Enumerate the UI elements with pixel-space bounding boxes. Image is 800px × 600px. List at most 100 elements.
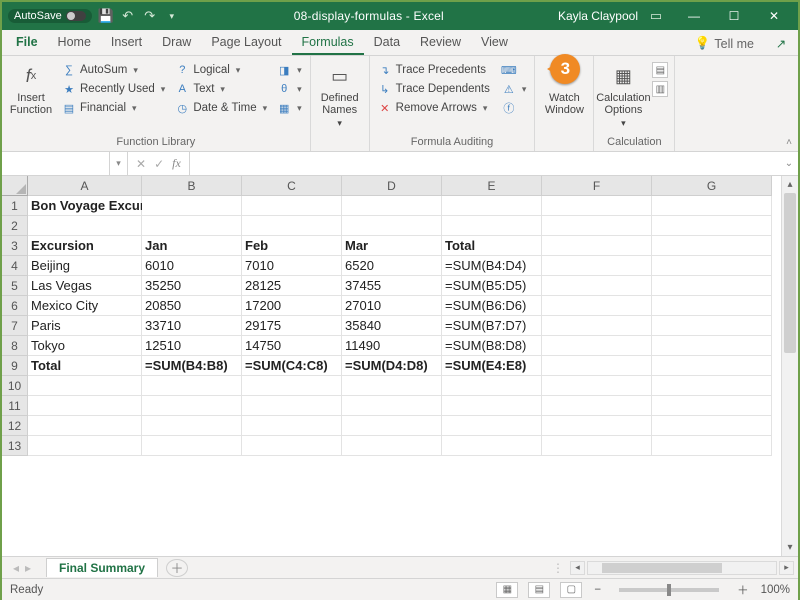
cell[interactable]: =SUM(E4:E8) [442, 356, 542, 376]
cell[interactable]: 11490 [342, 336, 442, 356]
cell[interactable]: 6010 [142, 256, 242, 276]
tab-data[interactable]: Data [364, 31, 410, 55]
trace-precedents-button[interactable]: ↴Trace Precedents [376, 62, 492, 78]
cell[interactable] [242, 216, 342, 236]
name-box-dropdown[interactable]: ▾ [110, 152, 128, 175]
select-all-corner[interactable] [2, 176, 28, 196]
cell[interactable] [28, 396, 142, 416]
cell[interactable] [442, 216, 542, 236]
row-header[interactable]: 12 [2, 416, 28, 436]
show-formulas-button[interactable]: ⌨ [500, 62, 529, 78]
logical-button[interactable]: ?Logical▾ [173, 62, 269, 78]
cell[interactable]: =SUM(B4:B8) [142, 356, 242, 376]
cell[interactable]: 28125 [242, 276, 342, 296]
user-name[interactable]: Kayla Claypool [558, 9, 638, 23]
row-header[interactable]: 4 [2, 256, 28, 276]
sheet-tab-active[interactable]: Final Summary [46, 558, 158, 577]
row-header[interactable]: 11 [2, 396, 28, 416]
cell[interactable]: 35840 [342, 316, 442, 336]
save-icon[interactable]: 💾 [98, 8, 114, 24]
row-header[interactable]: 8 [2, 336, 28, 356]
cell[interactable] [142, 416, 242, 436]
col-header[interactable]: D [342, 176, 442, 196]
minimize-button[interactable]: — [674, 2, 714, 30]
col-header[interactable]: A [28, 176, 142, 196]
cell[interactable]: Mar [342, 236, 442, 256]
cell[interactable] [242, 416, 342, 436]
undo-icon[interactable]: ↶ [120, 8, 136, 24]
cell[interactable]: Total [442, 236, 542, 256]
autosum-button[interactable]: ∑AutoSum▾ [60, 62, 167, 78]
cell[interactable] [342, 376, 442, 396]
cell[interactable] [142, 196, 242, 216]
financial-button[interactable]: ▤Financial▾ [60, 100, 167, 116]
cell[interactable] [28, 216, 142, 236]
qat-customize-icon[interactable]: ▾ [164, 8, 180, 24]
cell[interactable] [242, 196, 342, 216]
tab-file[interactable]: File [6, 31, 48, 55]
tab-view[interactable]: View [471, 31, 518, 55]
zoom-slider[interactable] [619, 588, 719, 592]
row-header[interactable]: 6 [2, 296, 28, 316]
cell[interactable]: 12510 [142, 336, 242, 356]
cell[interactable] [442, 376, 542, 396]
cell[interactable] [142, 396, 242, 416]
expand-formula-bar[interactable]: ⌄ [780, 152, 798, 175]
cell[interactable]: Jan [142, 236, 242, 256]
close-button[interactable]: ✕ [754, 2, 794, 30]
collapse-ribbon-button[interactable]: ˄ [782, 135, 796, 149]
cell[interactable]: 14750 [242, 336, 342, 356]
cell[interactable] [542, 256, 652, 276]
tab-home[interactable]: Home [48, 31, 101, 55]
formula-input[interactable] [190, 152, 780, 175]
cell[interactable] [342, 396, 442, 416]
col-header[interactable]: C [242, 176, 342, 196]
text-button[interactable]: AText▾ [173, 81, 269, 97]
cell[interactable]: =SUM(B7:D7) [442, 316, 542, 336]
tab-insert[interactable]: Insert [101, 31, 152, 55]
evaluate-formula-button[interactable]: ⓕ [500, 100, 529, 116]
cell[interactable] [342, 416, 442, 436]
cell[interactable] [142, 376, 242, 396]
cell[interactable] [652, 416, 772, 436]
cell[interactable] [652, 336, 772, 356]
row-header[interactable]: 3 [2, 236, 28, 256]
cell[interactable] [542, 356, 652, 376]
calculation-options-button[interactable]: ▦ Calculation Options ▾ [600, 60, 646, 134]
cell[interactable]: Excursion [28, 236, 142, 256]
cell[interactable] [652, 256, 772, 276]
cell[interactable]: =SUM(B5:D5) [442, 276, 542, 296]
math-button[interactable]: θ▾ [275, 81, 304, 97]
maximize-button[interactable]: ☐ [714, 2, 754, 30]
cell[interactable] [442, 416, 542, 436]
cell[interactable]: 29175 [242, 316, 342, 336]
cell[interactable]: 20850 [142, 296, 242, 316]
cell[interactable] [652, 316, 772, 336]
cell[interactable] [652, 236, 772, 256]
row-header[interactable]: 2 [2, 216, 28, 236]
cell[interactable] [242, 376, 342, 396]
cell[interactable] [652, 396, 772, 416]
enter-icon[interactable]: ✓ [154, 157, 164, 171]
cell[interactable] [652, 376, 772, 396]
col-header[interactable]: G [652, 176, 772, 196]
cell[interactable] [342, 196, 442, 216]
cell[interactable] [542, 336, 652, 356]
row-header[interactable]: 1 [2, 196, 28, 216]
cell[interactable] [542, 216, 652, 236]
tab-page-layout[interactable]: Page Layout [201, 31, 291, 55]
ribbon-display-icon[interactable]: ▭ [648, 8, 664, 24]
cell[interactable]: =SUM(D4:D8) [342, 356, 442, 376]
cell[interactable] [542, 236, 652, 256]
cell[interactable]: 27010 [342, 296, 442, 316]
tab-review[interactable]: Review [410, 31, 471, 55]
cell[interactable]: Las Vegas [28, 276, 142, 296]
cell[interactable]: Mexico City [28, 296, 142, 316]
cell[interactable] [652, 296, 772, 316]
insert-function-button[interactable]: fx Insert Function [8, 60, 54, 134]
cell[interactable] [652, 356, 772, 376]
row-header[interactable]: 5 [2, 276, 28, 296]
cell[interactable] [652, 276, 772, 296]
col-header[interactable]: E [442, 176, 542, 196]
scroll-down-icon[interactable]: ▾ [782, 539, 798, 556]
